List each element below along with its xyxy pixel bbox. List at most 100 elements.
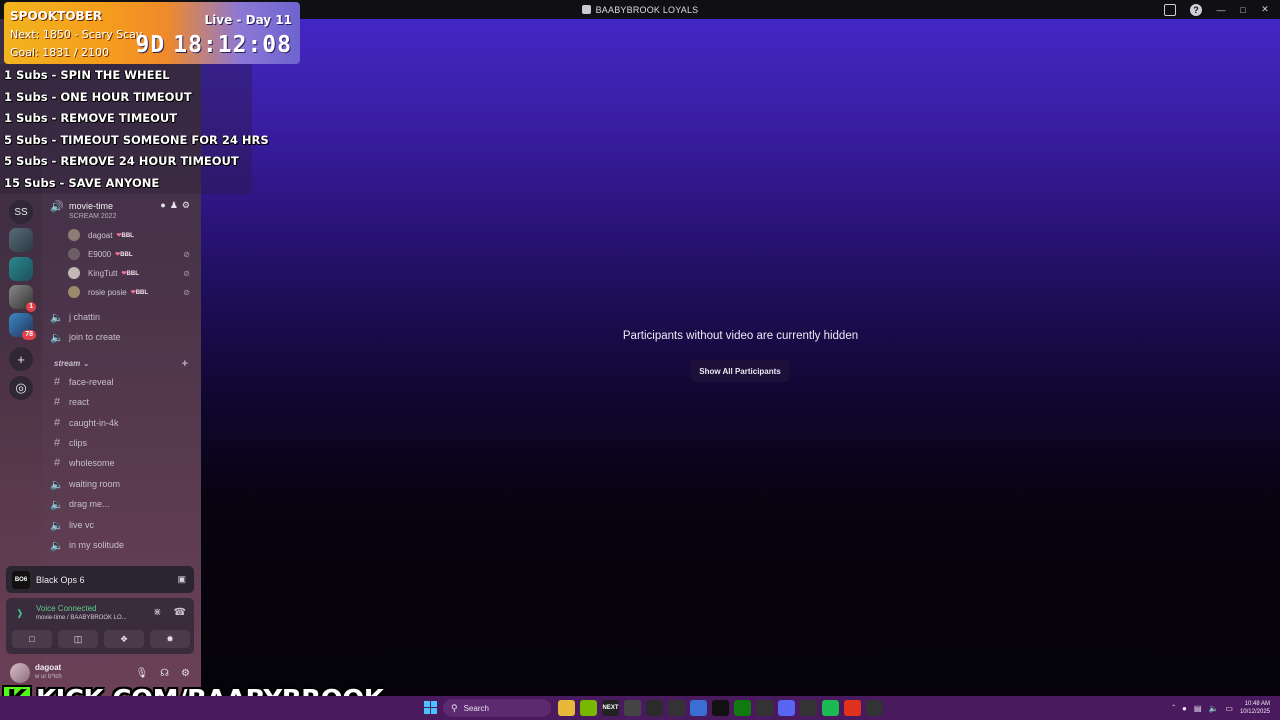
activities-button[interactable]: ❖ (104, 630, 144, 648)
headphones-icon[interactable]: ☊ (160, 668, 169, 679)
voice-channel[interactable]: 🔈 drag me... (50, 495, 196, 513)
game-activity[interactable]: BO6 Black Ops 6 ▣ (6, 566, 194, 593)
chat-icon[interactable]: ● (160, 200, 165, 211)
deafened-icon: ⊘ (183, 268, 190, 278)
close-button[interactable]: ✕ (1254, 0, 1276, 19)
speaker-icon: 🔈 (50, 519, 64, 532)
settings-gear-icon[interactable]: ⚙ (182, 200, 190, 211)
clock-time: 10:48 AM (1244, 701, 1270, 707)
brave-icon[interactable] (844, 700, 861, 716)
app-icon[interactable] (800, 700, 817, 716)
hashtag-icon: # (53, 417, 61, 429)
app-icon[interactable] (866, 700, 883, 716)
microphone-icon[interactable]: 🎙 (135, 668, 148, 679)
network-icon[interactable]: ▤ (1194, 704, 1202, 713)
text-channel[interactable]: # react (50, 393, 196, 411)
show-all-participants-button[interactable]: Show All Participants (691, 360, 789, 382)
minimize-button[interactable]: — (1210, 0, 1232, 19)
channel-status: SCREAM 2022 (69, 213, 117, 220)
mic-icon[interactable]: ● (1182, 704, 1187, 713)
server-ss[interactable]: SS (9, 200, 33, 224)
channel-name: face-reveal (69, 377, 114, 387)
screen-share-icon[interactable]: ▣ (177, 574, 186, 585)
server-folder[interactable]: 78 (9, 313, 36, 340)
voice-channel[interactable]: 🔈 live vc (50, 516, 196, 534)
avatar[interactable] (10, 663, 30, 683)
add-channel-icon[interactable]: + (182, 358, 188, 370)
sub-rewards-overlay: 1 Subs - SPIN THE WHEEL 1 Subs - ONE HOU… (0, 64, 269, 194)
taskbar-search[interactable]: ⚲ Search (443, 699, 551, 717)
app-icon[interactable] (690, 700, 707, 716)
disconnect-icon[interactable]: ☎ (174, 607, 186, 618)
text-channel[interactable]: # clips (50, 434, 196, 452)
maximize-button[interactable]: □ (1232, 0, 1254, 19)
file-explorer-icon[interactable] (558, 700, 575, 716)
voice-channel[interactable]: 🔈 j chattin (50, 308, 196, 326)
voice-member[interactable]: dagoat BBL (68, 227, 194, 243)
app-icon[interactable] (712, 700, 729, 716)
speaker-icon: 🔈 (50, 311, 64, 324)
server-icon-image[interactable] (9, 228, 33, 252)
discord-icon[interactable] (778, 700, 795, 716)
server-icon-image[interactable] (9, 257, 33, 281)
windows-start-icon[interactable] (424, 701, 437, 714)
clock-date: 10/12/2025 (1239, 709, 1270, 715)
app-icon[interactable] (624, 700, 641, 716)
app-icon[interactable] (756, 700, 773, 716)
camera-off-button[interactable]: □ (12, 630, 52, 648)
channel-name: react (69, 397, 90, 407)
signal-icon[interactable]: ❱ (16, 608, 24, 619)
channel-name: caught-in-4k (69, 418, 119, 428)
inbox-icon[interactable] (1164, 3, 1176, 16)
text-channel[interactable]: # caught-in-4k (50, 414, 196, 432)
app-icon[interactable] (668, 700, 685, 716)
noise-suppression-icon[interactable]: ⋇ (153, 607, 161, 618)
voice-member[interactable]: E9000 BBL ⊘ (68, 246, 194, 262)
add-server-icon[interactable]: + (9, 347, 33, 371)
overlay-goal: Goal: 1831 / 2100 (10, 46, 109, 59)
channel-name: j chattin (69, 312, 101, 322)
category-stream[interactable]: stream ⌄ + (54, 358, 194, 370)
reward-item: 15 Subs - SAVE ANYONE (4, 176, 160, 190)
discover-icon[interactable]: ◎ (9, 376, 33, 400)
battery-icon[interactable]: ▭ (1225, 704, 1233, 713)
next-app-icon[interactable]: NEXT (602, 700, 619, 716)
channel-tools: ● ♟ ⚙ (160, 200, 190, 211)
settings-gear-icon[interactable]: ⚙ (181, 668, 190, 679)
voice-member[interactable]: rosie posie BBL ⊘ (68, 284, 194, 300)
member-name: rosie posie (88, 287, 127, 297)
text-channel[interactable]: # wholesome (50, 454, 196, 472)
channel-name: join to create (69, 332, 121, 342)
share-screen-button[interactable]: ◫ (58, 630, 98, 648)
voice-channel[interactable]: 🔈 join to create (50, 328, 196, 346)
voice-buttons: □ ◫ ❖ ✸ (12, 630, 190, 648)
overlay-days: 9D (135, 32, 166, 58)
reward-item: 5 Subs - TIMEOUT SOMEONE FOR 24 HRS (4, 133, 269, 147)
search-icon: ⚲ (451, 702, 458, 713)
speaker-icon: 🔈 (50, 539, 64, 552)
spotify-icon[interactable] (822, 700, 839, 716)
deafened-icon: ⊘ (183, 287, 190, 297)
voice-channel[interactable]: 🔈 waiting room (50, 475, 196, 493)
help-icon[interactable]: ? (1190, 3, 1202, 16)
chevron-down-icon: ⌄ (83, 360, 90, 368)
soundboard-button[interactable]: ✸ (150, 630, 190, 648)
member-tag: BBL (116, 232, 134, 239)
server-folder[interactable]: 1 (9, 285, 36, 312)
titlebar-tools: ? (1164, 0, 1202, 19)
participants-hidden-message: Participants without video are currently… (622, 330, 859, 342)
hashtag-icon: # (53, 457, 61, 469)
text-channel[interactable]: # face-reveal (50, 373, 196, 391)
unread-badge: 78 (22, 330, 36, 340)
voice-member[interactable]: KingTutt BBL ⊘ (68, 265, 194, 281)
voice-channel[interactable]: 🔈 in my solitude (50, 536, 196, 554)
xbox-icon[interactable] (734, 700, 751, 716)
voice-status-subtitle[interactable]: movie-time / BAABYBROOK LO... (36, 615, 127, 621)
invite-icon[interactable]: ♟ (170, 200, 178, 211)
clock[interactable]: 10:48 AM 10/12/2025 (1240, 700, 1270, 716)
nvidia-icon[interactable] (580, 700, 597, 716)
chevron-up-icon[interactable]: ˆ (1172, 704, 1175, 713)
volume-icon[interactable]: 🔈 (1208, 704, 1218, 713)
window-title: BAABYBROOK LOYALS (581, 5, 699, 15)
app-icon[interactable] (646, 700, 663, 716)
